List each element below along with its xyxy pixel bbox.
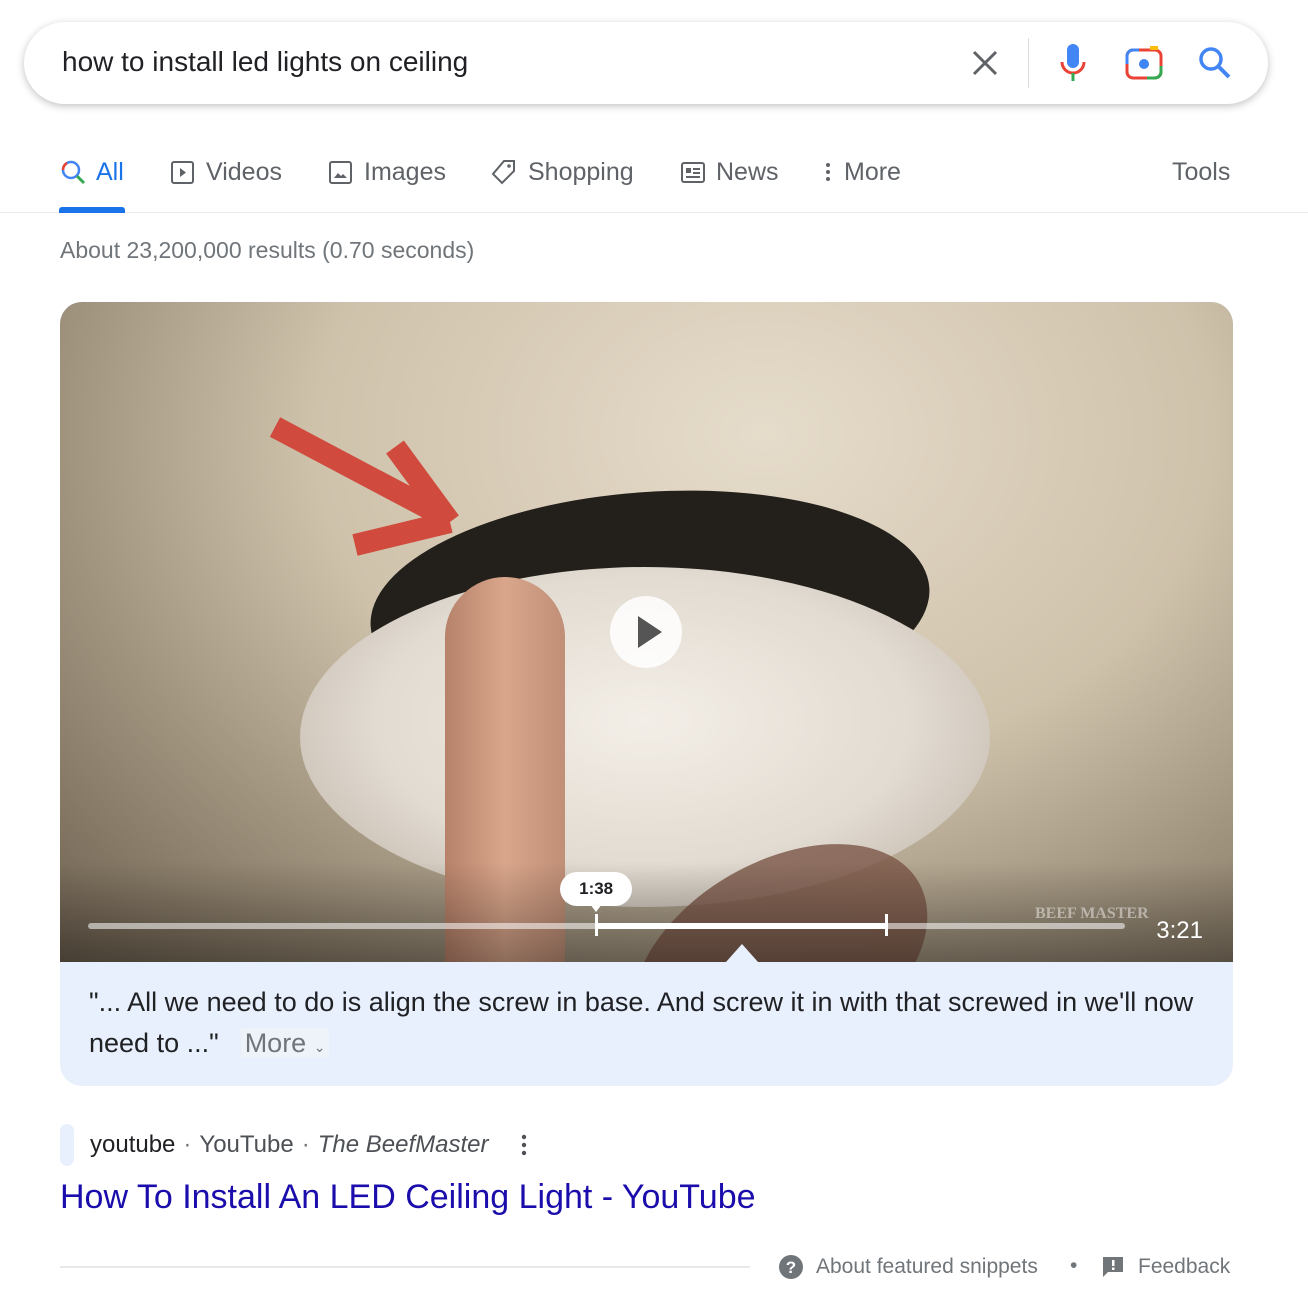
featured-snippet: BEEF MASTER 1:38 3:21 "... All we need t… xyxy=(60,302,1233,1086)
result-source: youtube · YouTube · The BeefMaster xyxy=(60,1124,534,1166)
tab-label: More xyxy=(844,157,901,186)
tools-button[interactable]: Tools xyxy=(1172,155,1230,189)
tab-images[interactable]: Images xyxy=(328,155,446,189)
news-icon xyxy=(681,162,705,183)
feedback-icon xyxy=(1103,1257,1123,1277)
play-button[interactable] xyxy=(610,596,682,668)
divider xyxy=(1028,38,1029,88)
tab-shopping[interactable]: Shopping xyxy=(490,155,634,189)
tab-news[interactable]: News xyxy=(680,155,779,189)
current-time-bubble: 1:38 xyxy=(560,872,633,912)
source-name: YouTube xyxy=(199,1131,294,1158)
divider xyxy=(60,1266,750,1268)
feedback-label: Feedback xyxy=(1138,1255,1231,1278)
result-title-link[interactable]: How To Install An LED Ceiling Light - Yo… xyxy=(60,1178,756,1217)
tab-more[interactable]: More xyxy=(822,155,901,189)
search-input[interactable]: how to install led lights on ceiling xyxy=(62,46,468,78)
separator: · xyxy=(183,1131,192,1158)
tools-label: Tools xyxy=(1172,157,1231,186)
key-moment-segment xyxy=(596,923,887,929)
about-featured-snippets-link[interactable]: ? About featured snippets xyxy=(778,1254,1038,1280)
search-icon xyxy=(61,160,86,185)
video-duration: 3:21 xyxy=(1156,917,1203,944)
segment-start-tick xyxy=(595,914,599,936)
chevron-down-icon: ⌄ xyxy=(313,1039,326,1055)
tag-icon xyxy=(491,160,515,185)
search-tabs: All Videos Images Shopping News More Too… xyxy=(0,155,1308,213)
about-label: About featured snippets xyxy=(816,1255,1038,1278)
video-icon xyxy=(171,161,194,184)
search-box[interactable]: how to install led lights on ceiling xyxy=(24,22,1268,104)
search-icon[interactable] xyxy=(1198,46,1232,80)
tab-label: News xyxy=(716,157,779,186)
result-stats: About 23,200,000 results (0.70 seconds) xyxy=(60,237,475,263)
more-label: More xyxy=(244,1028,307,1058)
video-thumbnail[interactable]: BEEF MASTER 1:38 3:21 xyxy=(60,302,1233,962)
bullet: • xyxy=(1070,1254,1078,1277)
image-icon xyxy=(329,161,352,184)
favicon xyxy=(60,1124,74,1166)
site-name: youtube xyxy=(90,1131,176,1158)
more-vert-icon[interactable] xyxy=(514,1131,534,1159)
tab-label: All xyxy=(96,157,124,186)
more-vert-icon xyxy=(826,163,830,181)
tab-label: Shopping xyxy=(528,157,634,186)
red-arrow-icon xyxy=(269,417,459,556)
watermark: BEEF MASTER xyxy=(1035,905,1149,922)
tab-videos[interactable]: Videos xyxy=(170,155,282,189)
active-tab-indicator xyxy=(59,207,125,213)
clear-icon[interactable] xyxy=(970,48,1000,78)
segment-end-tick xyxy=(885,914,889,936)
help-icon: ? xyxy=(779,1255,803,1279)
tab-label: Images xyxy=(364,157,446,186)
separator: · xyxy=(301,1131,310,1158)
camera-lens-icon[interactable] xyxy=(1124,44,1164,82)
snippet-text: "... All we need to do is align the scre… xyxy=(89,982,1219,1068)
more-button[interactable]: More ⌄ xyxy=(240,1028,330,1058)
caret xyxy=(726,944,758,962)
author: The BeefMaster xyxy=(317,1131,489,1158)
feedback-link[interactable]: Feedback xyxy=(1100,1254,1230,1280)
svg-text:?: ? xyxy=(786,1258,796,1277)
tab-all[interactable]: All xyxy=(60,155,124,189)
microphone-icon[interactable] xyxy=(1058,42,1088,84)
tab-label: Videos xyxy=(206,157,282,186)
